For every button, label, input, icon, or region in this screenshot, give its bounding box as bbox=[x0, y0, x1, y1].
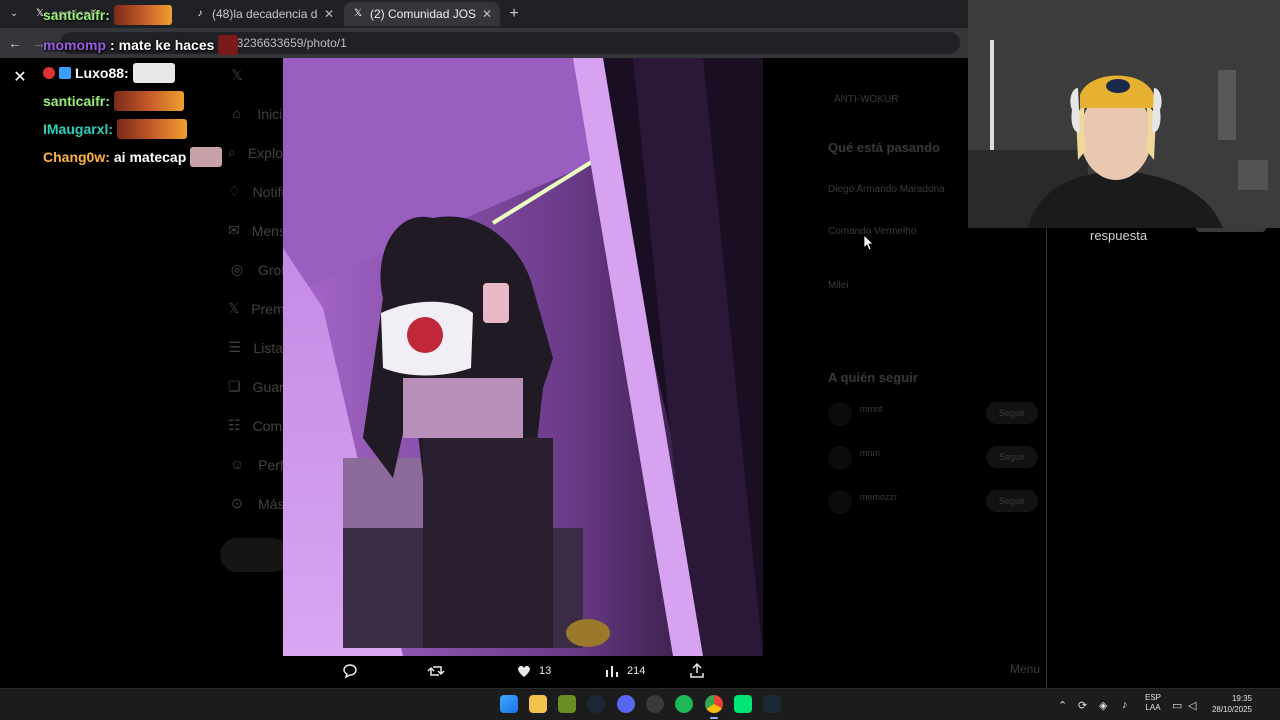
photo-image bbox=[283, 58, 763, 656]
active-app-indicator bbox=[710, 717, 718, 719]
x-logo-icon: 𝕏 bbox=[35, 8, 45, 19]
spotify-icon[interactable] bbox=[675, 695, 693, 713]
forward-icon[interactable]: → bbox=[30, 34, 48, 52]
post-button[interactable] bbox=[220, 538, 290, 572]
post-action-bar: 13 214 bbox=[283, 656, 763, 688]
tab-3[interactable]: 𝕏 (2) Comunidad JOSEO EXCLUSI ✕ bbox=[344, 2, 500, 26]
tab-title: (2) Comunidad JOSEO EXCLUSI bbox=[370, 7, 476, 21]
steam-icon[interactable] bbox=[587, 695, 605, 713]
tiktok-icon: ♪ bbox=[197, 8, 203, 19]
search-icon: ⌕ bbox=[228, 143, 236, 160]
view-count: 214 bbox=[627, 665, 646, 677]
grok-icon: ◎ bbox=[230, 260, 244, 277]
chrome-icon[interactable] bbox=[705, 695, 723, 713]
network-icon[interactable]: ▭ bbox=[1172, 689, 1182, 720]
url-text: 53236633659/photo/1 bbox=[230, 36, 347, 50]
follow-heading: A quién seguir bbox=[828, 370, 918, 385]
language-indicator[interactable]: ESP LAA bbox=[1142, 693, 1164, 713]
sidebar-item-notificaciones[interactable]: ♢Notificaciones bbox=[220, 172, 340, 211]
sidebar-nav: 𝕏 ⌂Inicio ⌕Explorar ♢Notificaciones ✉Men… bbox=[220, 58, 340, 618]
tab-title: santicaifr: bbox=[52, 7, 104, 21]
follow-button[interactable]: Seguir bbox=[986, 402, 1038, 424]
x-logo-icon: 𝕏 bbox=[228, 299, 240, 316]
sidebar-item-guardados[interactable]: ❏Guardados bbox=[220, 367, 322, 406]
sidebar-item-grok[interactable]: ◎ Grok bbox=[220, 250, 290, 289]
user-icon: ☺ bbox=[229, 455, 245, 472]
reply-label: respuesta bbox=[1090, 228, 1148, 243]
x-logo-icon[interactable]: 𝕏 bbox=[220, 58, 290, 94]
follow-suggestion: memozzr Seguir bbox=[828, 490, 1038, 518]
kick-icon[interactable] bbox=[734, 695, 752, 713]
system-clock[interactable]: 19:35 28/10/2025 bbox=[1204, 693, 1252, 715]
trend-top: ANTI-WOKUR bbox=[834, 94, 899, 105]
tab-close-icon[interactable]: ✕ bbox=[324, 7, 334, 21]
url-input[interactable]: 53236633659/photo/1 bbox=[60, 32, 960, 54]
people-icon: ☷ bbox=[228, 416, 241, 433]
mail-icon: ✉ bbox=[228, 221, 240, 238]
divider bbox=[1046, 228, 1047, 688]
repost-action[interactable] bbox=[427, 662, 445, 680]
bookmark-icon: ❏ bbox=[228, 377, 241, 394]
mouse-cursor-icon bbox=[864, 235, 874, 251]
file-explorer-icon[interactable] bbox=[529, 695, 547, 713]
trend-item[interactable]: Diego Armando Maradona bbox=[828, 184, 945, 195]
webcam-feed bbox=[968, 0, 1280, 228]
analytics-icon bbox=[606, 666, 618, 677]
share-icon bbox=[690, 662, 704, 678]
avatar bbox=[828, 490, 852, 514]
list-icon: ☰ bbox=[228, 338, 241, 355]
webcam-image bbox=[968, 0, 1280, 228]
sidebar-item-explorar[interactable]: ⌕ Explorar bbox=[220, 133, 300, 172]
sidebar-item-mas[interactable]: ⊙ Más bbox=[220, 484, 290, 523]
obs-icon[interactable] bbox=[646, 695, 664, 713]
x-logo-icon: 𝕏 bbox=[353, 8, 363, 19]
repost-icon bbox=[427, 666, 445, 676]
like-count: 13 bbox=[539, 665, 552, 677]
heart-icon bbox=[518, 665, 530, 677]
app-icon[interactable] bbox=[558, 695, 576, 713]
close-icon[interactable]: ✕ bbox=[10, 68, 30, 88]
trend-item[interactable]: Milei bbox=[828, 280, 849, 291]
reply-action[interactable] bbox=[341, 662, 359, 680]
avatar bbox=[828, 446, 852, 470]
windows-start-icon[interactable] bbox=[500, 695, 518, 713]
share-action[interactable] bbox=[688, 662, 706, 680]
comment-icon bbox=[343, 664, 357, 679]
microphone-icon[interactable]: ♪ bbox=[1122, 689, 1128, 720]
bell-icon: ♢ bbox=[228, 182, 241, 199]
back-icon[interactable]: ← bbox=[6, 34, 24, 52]
views-action[interactable]: 214 bbox=[603, 662, 645, 680]
avatar bbox=[828, 402, 852, 426]
tab-2[interactable]: ♪ (48)la decadencia del under arg ✕ bbox=[186, 2, 342, 26]
discord-icon[interactable] bbox=[617, 695, 635, 713]
tab-title: (48)la decadencia del under arg bbox=[212, 7, 318, 21]
volume-icon[interactable]: ◁ bbox=[1188, 689, 1196, 720]
home-icon: ⌂ bbox=[232, 104, 241, 121]
sidebar-item-premium[interactable]: 𝕏 Premium bbox=[220, 289, 307, 328]
follow-suggestion: mnm Seguir bbox=[828, 446, 1038, 474]
follow-suggestion: mmnt Seguir bbox=[828, 402, 1038, 430]
follow-button[interactable]: Seguir bbox=[986, 446, 1038, 468]
sidebar-item-perfil[interactable]: ☺ Perfil bbox=[220, 445, 290, 484]
menu-label[interactable]: Menu bbox=[1010, 662, 1040, 676]
tray-chevron-icon[interactable]: ⌃ bbox=[1058, 689, 1067, 720]
sidebar-item-mensajes[interactable]: ✉ Mensajes bbox=[220, 211, 312, 250]
sync-icon[interactable]: ⟳ bbox=[1078, 689, 1087, 720]
sidebar-item-listas[interactable]: ☰ Listas bbox=[220, 328, 290, 367]
tab-1[interactable]: 𝕏 santicaifr: bbox=[26, 2, 186, 26]
taskbar: ⌃ ⟳ ◈ ♪ ESP LAA ▭ ◁ 19:35 28/10/2025 bbox=[0, 688, 1280, 720]
steam-icon[interactable] bbox=[763, 695, 781, 713]
sidebar-item-inicio[interactable]: ⌂ Inicio bbox=[220, 94, 290, 133]
like-action[interactable]: 13 bbox=[515, 662, 551, 680]
more-icon: ⊙ bbox=[231, 494, 243, 511]
shield-icon[interactable]: ◈ bbox=[1099, 689, 1107, 720]
tab-search-icon[interactable]: ⌄ bbox=[4, 4, 24, 24]
sidebar-item-comunidades[interactable]: ☷Comunidades bbox=[220, 406, 339, 445]
trends-heading: Qué está pasando bbox=[828, 140, 940, 155]
post-photo bbox=[283, 58, 763, 656]
tab-close-icon[interactable]: ✕ bbox=[482, 7, 492, 21]
follow-button[interactable]: Seguir bbox=[986, 490, 1038, 512]
new-tab-button[interactable]: + bbox=[504, 4, 524, 24]
